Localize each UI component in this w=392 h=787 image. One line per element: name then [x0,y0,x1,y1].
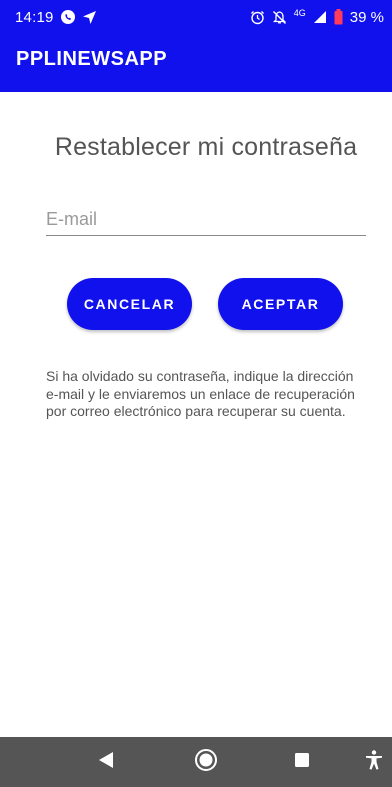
status-right: 4G 39 % [250,8,384,26]
back-button[interactable] [86,737,126,787]
accept-button[interactable]: ACEPTAR [218,278,343,330]
recent-apps-button[interactable] [282,737,322,787]
signal-icon [313,10,327,24]
help-text: Si ha olvidado su contraseña, indique la… [46,368,355,419]
back-icon [98,751,114,774]
nav-bar [0,737,392,787]
status-time: 14:19 [15,8,54,26]
email-field[interactable] [46,203,366,236]
cancel-button[interactable]: CANCELAR [67,278,192,330]
screen: 14:19 4G 39 % PPLINEWSAPP Restablecer mi… [0,0,392,787]
mute-icon [272,10,287,25]
app-bar: PPLINEWSAPP [0,34,392,92]
status-left: 14:19 [15,9,97,26]
recent-apps-icon [294,752,310,773]
app-title: PPLINEWSAPP [16,47,168,70]
battery-icon [334,9,343,25]
accessibility-button[interactable] [356,737,392,787]
network-type: 4G [293,8,306,18]
page-title: Restablecer mi contraseña [54,133,358,161]
accessibility-icon [365,749,383,775]
battery-percentage: 39 % [349,8,384,26]
alarm-icon [250,10,265,25]
location-arrow-icon [82,10,97,25]
status-bar: 14:19 4G 39 % [0,0,392,34]
home-button[interactable] [186,737,226,787]
whatsapp-icon [60,9,76,25]
home-icon [194,748,218,777]
